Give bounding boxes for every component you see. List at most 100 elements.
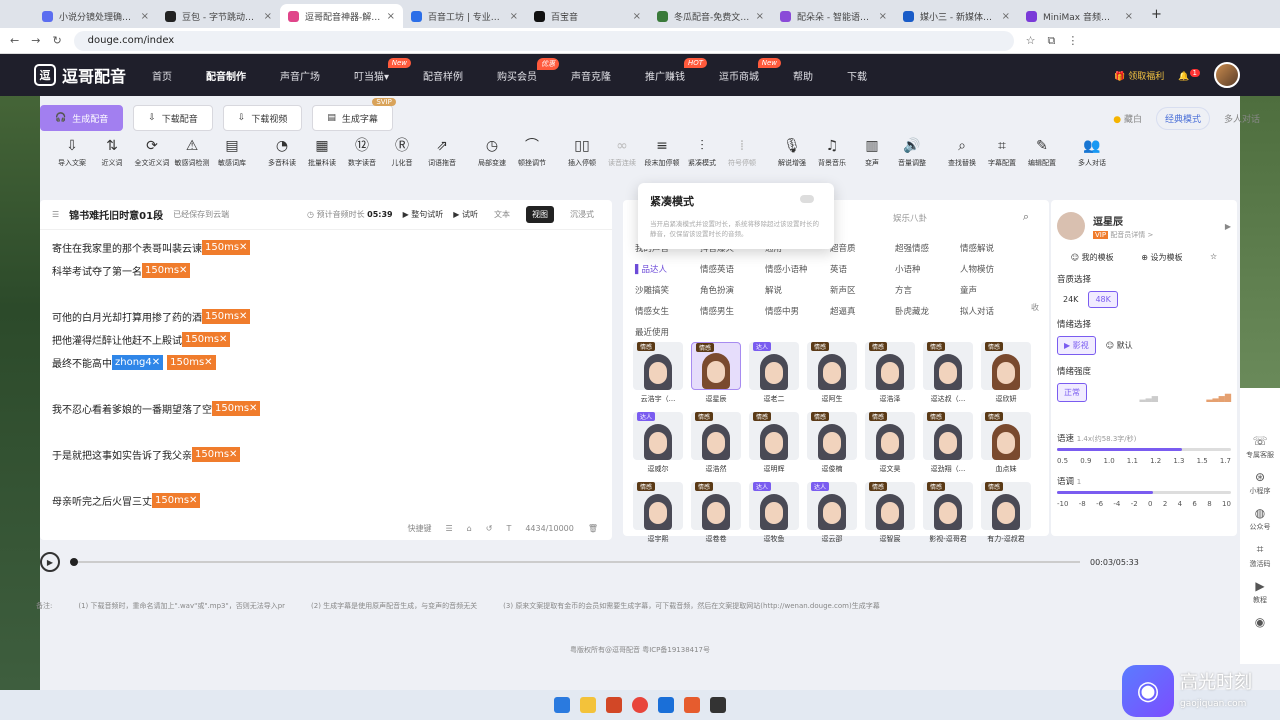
tool-16[interactable]: ⁞ 符号停顿 bbox=[722, 138, 762, 168]
tool-4[interactable]: ▤ 敏感词库 bbox=[212, 138, 252, 168]
editor-line[interactable]: 母亲听完之后火冒三丈 150ms✕ bbox=[52, 489, 600, 512]
tool-1[interactable]: ⇅ 近义词 bbox=[92, 138, 132, 168]
tool-9[interactable]: ⇗ 词语拖音 bbox=[422, 138, 462, 168]
tool-23[interactable]: ✎ 编辑配置 bbox=[1022, 138, 1062, 168]
user-avatar[interactable] bbox=[1214, 62, 1240, 88]
tool-10[interactable]: ◷ 局部变速 bbox=[472, 138, 512, 168]
reload-icon[interactable]: ↻ bbox=[52, 34, 61, 47]
voice-category[interactable]: 卧虎藏龙 bbox=[895, 305, 960, 317]
format-icon[interactable]: ☰ bbox=[445, 524, 452, 533]
back-icon[interactable]: ← bbox=[10, 34, 19, 47]
voice-card[interactable]: 情感 影视-逗哥君 bbox=[919, 482, 977, 544]
nav-item[interactable]: 购买会员 优惠 bbox=[497, 57, 560, 83]
voice-category[interactable]: 超强情感 bbox=[895, 242, 960, 254]
sidebar-item[interactable]: ◉ bbox=[1255, 615, 1265, 631]
emotion-film[interactable]: ▶ 影视 bbox=[1057, 336, 1096, 355]
nav-item[interactable]: 声音广场 bbox=[280, 68, 320, 83]
tool-12[interactable]: ▯▯ 插入停顿 bbox=[562, 138, 602, 168]
editor-line[interactable] bbox=[52, 282, 600, 305]
pause-tag[interactable]: 150ms✕ bbox=[212, 401, 261, 416]
tab-close-icon[interactable]: × bbox=[387, 11, 395, 22]
emotion-default[interactable]: ☺ 默认 bbox=[1100, 337, 1139, 354]
sidebar-item[interactable]: ☏ 专属客服 bbox=[1246, 434, 1274, 460]
browser-tab[interactable]: 冬瓜配音-免费文字转语 × bbox=[649, 4, 772, 28]
editor-text[interactable]: 寄住在我家里的那个表哥叫裴云谏 150ms✕ 科举考试夺了第一名 150ms✕ 可他的白… bbox=[40, 230, 612, 518]
editor-line[interactable]: 于是就把这事如实告诉了我父亲 150ms✕ bbox=[52, 443, 600, 466]
nav-item[interactable]: 首页 bbox=[152, 68, 172, 83]
explorer-icon[interactable] bbox=[580, 697, 596, 713]
view-text-tab[interactable]: 文本 bbox=[488, 206, 516, 223]
browser-tab[interactable]: 媒小三 - 新媒体工具网 × bbox=[895, 4, 1018, 28]
voice-card[interactable]: 情感 云浩宇（... bbox=[629, 342, 687, 404]
tab-close-icon[interactable]: × bbox=[141, 11, 149, 22]
menu-icon[interactable]: ⋮ bbox=[1067, 34, 1078, 47]
voice-category[interactable]: 情感中男 bbox=[765, 305, 830, 317]
voice-card[interactable]: 情感 逗浩然 bbox=[687, 412, 745, 474]
pause-tag[interactable]: 150ms✕ bbox=[152, 493, 201, 508]
voice-detail-link[interactable]: 配音员详情 > bbox=[1110, 231, 1153, 239]
voice-category[interactable]: 童声 bbox=[960, 284, 1025, 296]
editor-line[interactable] bbox=[52, 420, 600, 443]
tab-close-icon[interactable]: × bbox=[879, 11, 887, 22]
editor-line[interactable]: 我不忍心看着爹娘的一番期望落了空 150ms✕ bbox=[52, 397, 600, 420]
tool-17[interactable]: 🎙 解说增强 bbox=[772, 138, 812, 168]
progress-track[interactable] bbox=[70, 558, 1080, 566]
set-template-button[interactable]: ⊕ 设为模板 bbox=[1141, 252, 1182, 263]
voice-card[interactable]: 情感 逗俊楠 bbox=[803, 412, 861, 474]
browser-tab[interactable]: 逗哥配音神器-解说剧 × bbox=[280, 4, 403, 28]
play-voice-icon[interactable]: ▶ bbox=[1225, 222, 1231, 231]
tool-18[interactable]: ♫ 背景音乐 bbox=[812, 138, 852, 168]
sidebar-item[interactable]: ⌗ 激活码 bbox=[1250, 542, 1271, 569]
mode-multi[interactable]: 多人对话 bbox=[1224, 112, 1260, 125]
mode-whisper[interactable]: ● 藏白 bbox=[1113, 112, 1142, 125]
editor-line[interactable] bbox=[52, 374, 600, 397]
voice-category[interactable]: 新声区 bbox=[830, 284, 895, 296]
start-icon[interactable] bbox=[554, 697, 570, 713]
download-video-button[interactable]: ⇩ 下载视频 bbox=[222, 105, 303, 131]
voice-category[interactable]: 超音质 bbox=[830, 242, 895, 254]
voice-category[interactable]: 超逼真 bbox=[830, 305, 895, 317]
voice-card[interactable]: 情感 有力-逗叔君 bbox=[977, 482, 1035, 544]
tool-22[interactable]: ⌗ 字幕配置 bbox=[982, 138, 1022, 168]
tool-19[interactable]: ▥ 变声 bbox=[852, 138, 892, 168]
chrome-icon[interactable] bbox=[632, 697, 648, 713]
browser-tab[interactable]: 百音工坊 | 专业智能配 × bbox=[403, 4, 526, 28]
site-logo[interactable]: 逗逗哥配音 bbox=[34, 63, 152, 87]
clear-format-icon[interactable]: ⌂ bbox=[467, 524, 472, 533]
bookmark-star-icon[interactable]: ☆ bbox=[1026, 34, 1036, 47]
voice-card[interactable]: 情感 逗阿生 bbox=[803, 342, 861, 404]
editor-line[interactable]: 把他灌得烂醉让他赶不上殿试 150ms✕ bbox=[52, 328, 600, 351]
tool-7[interactable]: ⑫ 数字读音 bbox=[342, 138, 382, 168]
voice-card[interactable]: 情感 逗浩泽 bbox=[861, 342, 919, 404]
voice-card[interactable]: 达人 逗老二 bbox=[745, 342, 803, 404]
sidebar-item[interactable]: ◍ 公众号 bbox=[1250, 506, 1271, 532]
sidebar-item[interactable]: ⊛ 小程序 bbox=[1250, 470, 1271, 496]
voice-category[interactable]: ▌品达人 bbox=[635, 263, 700, 275]
new-tab-icon[interactable]: + bbox=[1141, 7, 1172, 28]
tab-close-icon[interactable]: × bbox=[510, 11, 518, 22]
browser-tab[interactable]: MiniMax 音频与音乐 × bbox=[1018, 4, 1141, 28]
voice-category[interactable]: 人物模仿 bbox=[960, 263, 1025, 275]
notification-bell-icon[interactable]: 🔔 1 bbox=[1178, 68, 1200, 82]
search-icon[interactable]: ⌕ bbox=[1023, 210, 1029, 224]
sidebar-item[interactable]: ▶ 教程 bbox=[1253, 579, 1267, 605]
tool-0[interactable]: ⇩ 导入文案 bbox=[52, 138, 92, 168]
intensity-high-icon[interactable]: ▂▃▅▇ bbox=[1206, 393, 1231, 402]
voice-card[interactable]: 情感 逗劲翔（... bbox=[919, 412, 977, 474]
generate-audio-button[interactable]: 🎧 生成配音 bbox=[40, 105, 124, 131]
text-icon[interactable]: T bbox=[506, 524, 511, 533]
voice-category[interactable]: 沙雕搞笑 bbox=[635, 284, 700, 296]
editor-line[interactable] bbox=[52, 466, 600, 489]
tool-8[interactable]: Ⓡ 儿化音 bbox=[382, 138, 422, 168]
preview-button[interactable]: ▶ 试听 bbox=[453, 209, 478, 220]
nav-item[interactable]: 配音样例 bbox=[423, 68, 463, 83]
browser-tab[interactable]: 豆包 - 字节跳动旗下 AI × bbox=[157, 4, 280, 28]
view-immersive-tab[interactable]: 沉浸式 bbox=[564, 206, 600, 223]
voice-category[interactable]: 解说 bbox=[765, 284, 830, 296]
tab-close-icon[interactable]: × bbox=[756, 11, 764, 22]
trash-icon[interactable]: 🗑 bbox=[588, 524, 598, 533]
nav-item[interactable]: 逗币商城 New bbox=[719, 57, 782, 83]
voice-card[interactable]: 情感 逗欣妍 bbox=[977, 342, 1035, 404]
editor-line[interactable]: 寄住在我家里的那个表哥叫裴云谏 150ms✕ bbox=[52, 236, 600, 259]
shortcut-link[interactable]: 快捷键 bbox=[407, 523, 431, 534]
